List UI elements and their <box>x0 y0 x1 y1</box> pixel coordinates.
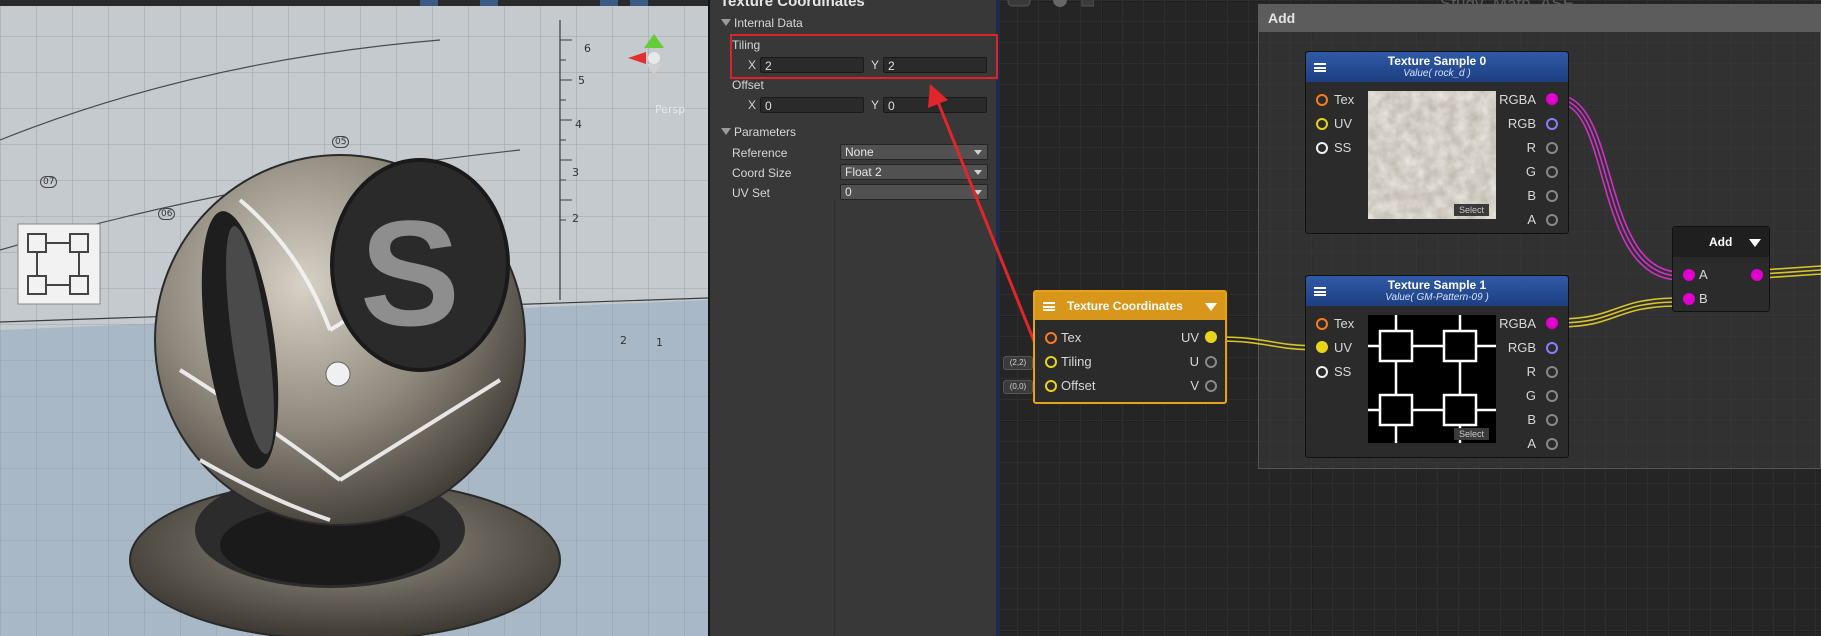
b-output-port[interactable] <box>1546 414 1558 426</box>
node-title: Texture Coordinates <box>1067 299 1183 313</box>
ss-input-port[interactable] <box>1316 366 1328 378</box>
rgb-output-port[interactable] <box>1546 118 1558 130</box>
select-texture-button[interactable]: Select <box>1454 428 1490 440</box>
node-subtitle: Value( GM-Pattern-09 ) <box>1385 292 1489 303</box>
port-label: A <box>1699 267 1708 282</box>
rgba-output-port[interactable] <box>1546 93 1558 105</box>
g-output-port[interactable] <box>1546 166 1558 178</box>
output-port[interactable] <box>1751 269 1763 281</box>
port-label: SS <box>1334 140 1352 155</box>
node-menu-icon[interactable] <box>1314 63 1326 72</box>
b-input-port[interactable] <box>1683 293 1695 305</box>
port-label: G <box>1525 388 1536 403</box>
port-label: RGBA <box>1499 316 1536 331</box>
port-label: Offset <box>1061 378 1096 393</box>
port-label: V <box>1190 378 1199 393</box>
tex-input-port[interactable] <box>1045 332 1057 344</box>
port-label: G <box>1525 164 1536 179</box>
pattern-texture-preview <box>1368 315 1496 443</box>
port-label: Tex <box>1061 330 1082 345</box>
port-label: B <box>1699 291 1708 306</box>
offset-value-chip[interactable]: (0,0) <box>1003 380 1033 394</box>
add-node[interactable]: Add A B <box>1672 226 1770 312</box>
tex-input-port[interactable] <box>1316 318 1328 330</box>
port-label: Tex <box>1334 316 1355 331</box>
b-output-port[interactable] <box>1546 190 1558 202</box>
node-header[interactable]: Texture Sample 1 Value( GM-Pattern-09 ) <box>1306 276 1568 306</box>
port-label: Tiling <box>1061 354 1092 369</box>
tex-input-port[interactable] <box>1316 94 1328 106</box>
node-dropdown-icon[interactable] <box>1205 303 1217 311</box>
texture-sample-0-node[interactable]: Texture Sample 0 Value( rock_d ) Tex UV … <box>1305 51 1569 234</box>
texture-sample-1-node[interactable]: Texture Sample 1 Value( GM-Pattern-09 ) … <box>1305 275 1569 458</box>
port-label: RGB <box>1507 340 1536 355</box>
node-title: Texture Sample 0 <box>1387 54 1487 68</box>
port-label: R <box>1526 364 1536 379</box>
node-menu-icon[interactable] <box>1314 287 1326 296</box>
node-title: Add <box>1709 235 1733 249</box>
node-menu-icon[interactable] <box>1043 302 1055 311</box>
port-label: SS <box>1334 364 1352 379</box>
uv-output-port[interactable] <box>1205 331 1217 343</box>
port-label: RGBA <box>1499 92 1536 107</box>
port-label: U <box>1189 354 1199 369</box>
node-title: Texture Sample 1 <box>1387 278 1487 292</box>
ss-input-port[interactable] <box>1316 142 1328 154</box>
a-output-port[interactable] <box>1546 214 1558 226</box>
uv-input-port[interactable] <box>1316 341 1328 353</box>
port-label: B <box>1527 412 1536 427</box>
g-output-port[interactable] <box>1546 390 1558 402</box>
port-label: UV <box>1180 330 1199 345</box>
rock-texture-preview <box>1368 91 1496 219</box>
offset-input-port[interactable] <box>1045 380 1057 392</box>
texture-coordinates-node[interactable]: Texture Coordinates Tex Tiling Offset UV… <box>1033 290 1227 404</box>
port-label: R <box>1526 140 1536 155</box>
port-label: B <box>1527 188 1536 203</box>
select-texture-button[interactable]: Select <box>1454 204 1490 216</box>
uv-input-port[interactable] <box>1316 118 1328 130</box>
a-output-port[interactable] <box>1546 438 1558 450</box>
port-label: A <box>1527 212 1536 227</box>
port-label: UV <box>1334 340 1353 355</box>
node-header[interactable]: Texture Sample 0 Value( rock_d ) <box>1306 52 1568 82</box>
port-label: UV <box>1334 116 1353 131</box>
v-output-port[interactable] <box>1205 380 1217 392</box>
a-input-port[interactable] <box>1683 269 1695 281</box>
port-label: A <box>1527 436 1536 451</box>
annotation-highlight-box <box>730 34 998 79</box>
rgba-output-port[interactable] <box>1546 317 1558 329</box>
port-label: RGB <box>1507 116 1536 131</box>
tiling-value-chip[interactable]: (2,2) <box>1003 356 1033 370</box>
r-output-port[interactable] <box>1546 366 1558 378</box>
u-output-port[interactable] <box>1205 356 1217 368</box>
node-subtitle: Value( rock_d ) <box>1403 68 1471 79</box>
r-output-port[interactable] <box>1546 142 1558 154</box>
rgb-output-port[interactable] <box>1546 342 1558 354</box>
port-label: Tex <box>1334 92 1355 107</box>
node-dropdown-icon[interactable] <box>1749 239 1761 247</box>
tiling-input-port[interactable] <box>1045 356 1057 368</box>
